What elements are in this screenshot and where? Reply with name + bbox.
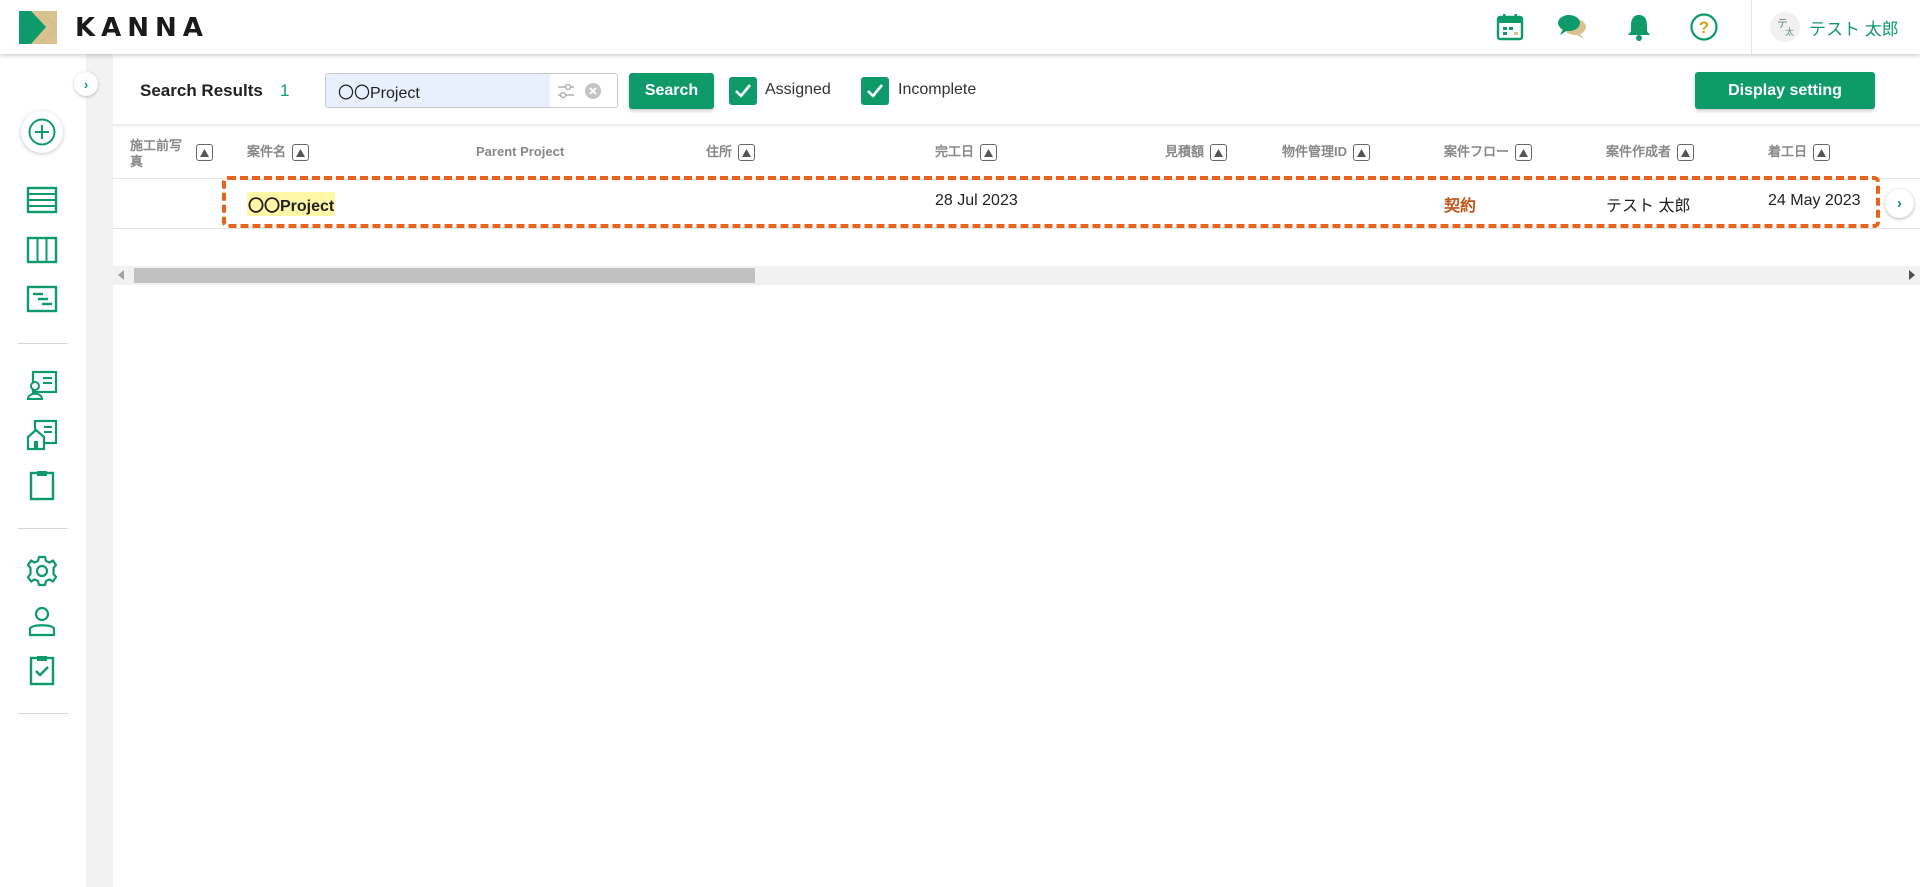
clipboard-icon[interactable]: [26, 469, 58, 501]
column-header-photo[interactable]: 施工前写真: [130, 138, 220, 170]
horizontal-scrollbar[interactable]: [113, 266, 1920, 285]
column-header-creator[interactable]: 案件作成者: [1606, 144, 1695, 161]
gantt-view-icon[interactable]: [26, 283, 58, 315]
sidebar-separator: [18, 713, 68, 714]
column-header-estimate[interactable]: 見積額: [1165, 144, 1228, 161]
avatar: テ 太: [1770, 12, 1800, 42]
logo[interactable]: KANNA: [19, 11, 209, 44]
sort-icon[interactable]: [196, 144, 213, 161]
check-icon: [735, 84, 752, 98]
table-cell-project-name[interactable]: 〇〇Project: [247, 192, 336, 216]
add-project-button[interactable]: [21, 111, 63, 153]
table-header-divider: [113, 178, 1920, 179]
sort-icon[interactable]: [1515, 144, 1533, 161]
sort-icon[interactable]: [1210, 144, 1228, 161]
board-view-icon[interactable]: [26, 234, 58, 266]
top-header: KANNA ? テ 太 テスト 太郎: [0, 0, 1920, 54]
customer-icon[interactable]: [26, 370, 58, 402]
assigned-label[interactable]: Assigned: [765, 81, 831, 99]
sort-icon[interactable]: [738, 144, 756, 161]
column-header-flow[interactable]: 案件フロー: [1444, 144, 1533, 161]
sort-icon[interactable]: [292, 144, 310, 161]
calendar-icon[interactable]: [1495, 12, 1525, 42]
sidebar-separator: [18, 528, 68, 529]
list-view-icon[interactable]: [26, 184, 58, 216]
chevron-right-icon: ›: [83, 76, 89, 92]
svg-text:?: ?: [1699, 18, 1709, 37]
scrollbar-thumb[interactable]: [134, 268, 755, 283]
table-cell-creator: テスト 太郎: [1606, 198, 1691, 215]
table-cell-start-date: 24 May 2023: [1768, 192, 1861, 209]
row-detail-button[interactable]: ›: [1885, 189, 1914, 218]
user-menu[interactable]: テ 太 テスト 太郎: [1770, 12, 1899, 42]
sort-icon[interactable]: [1677, 144, 1695, 161]
incomplete-label[interactable]: Incomplete: [898, 81, 976, 99]
sort-icon[interactable]: [1353, 144, 1371, 161]
column-header-completion-date[interactable]: 完工日: [935, 144, 998, 161]
sidebar-edge: [86, 54, 113, 887]
column-header-parent-project: Parent Project: [476, 144, 565, 159]
settings-icon[interactable]: [26, 555, 58, 587]
sort-icon[interactable]: [1813, 144, 1831, 161]
check-icon: [867, 84, 884, 98]
sidebar-separator: [18, 343, 68, 344]
chat-icon[interactable]: [1557, 12, 1587, 42]
search-input[interactable]: [326, 74, 550, 107]
filter-settings-icon[interactable]: [556, 81, 576, 101]
display-setting-button[interactable]: Display setting: [1695, 72, 1875, 109]
table-row-divider: [113, 228, 1920, 229]
toolbar-divider: [113, 124, 1920, 128]
user-name: テスト 太郎: [1809, 19, 1899, 39]
table-cell-flow-status: 契約: [1444, 198, 1477, 215]
column-header-name[interactable]: 案件名: [247, 144, 310, 161]
column-header-property-id[interactable]: 物件管理ID: [1282, 144, 1371, 161]
assigned-checkbox[interactable]: [729, 77, 757, 105]
clear-search-icon[interactable]: [584, 82, 602, 100]
property-icon[interactable]: [26, 419, 58, 451]
column-header-address[interactable]: 住所: [706, 144, 756, 161]
add-icon: [28, 118, 56, 146]
checklist-icon[interactable]: [26, 654, 58, 686]
search-results-title: Search Results: [140, 81, 263, 100]
header-divider: [1751, 0, 1752, 54]
column-header-start-date[interactable]: 着工日: [1768, 144, 1831, 161]
logo-text: KANNA: [75, 12, 209, 43]
kanna-logo-icon: [19, 11, 57, 44]
help-icon[interactable]: ?: [1689, 12, 1719, 42]
sidebar-expand-toggle[interactable]: ›: [74, 72, 98, 96]
table-cell-completion-date: 28 Jul 2023: [935, 192, 1018, 209]
chevron-right-icon: ›: [1897, 195, 1902, 212]
search-box: [325, 73, 618, 108]
user-icon[interactable]: [26, 605, 58, 637]
bell-icon[interactable]: [1624, 12, 1654, 42]
sort-icon[interactable]: [980, 144, 998, 161]
scroll-left-icon[interactable]: [118, 270, 124, 280]
search-results-count: 1: [280, 81, 290, 100]
scroll-right-icon[interactable]: [1909, 270, 1915, 280]
incomplete-checkbox[interactable]: [861, 77, 889, 105]
search-button[interactable]: Search: [629, 73, 714, 109]
